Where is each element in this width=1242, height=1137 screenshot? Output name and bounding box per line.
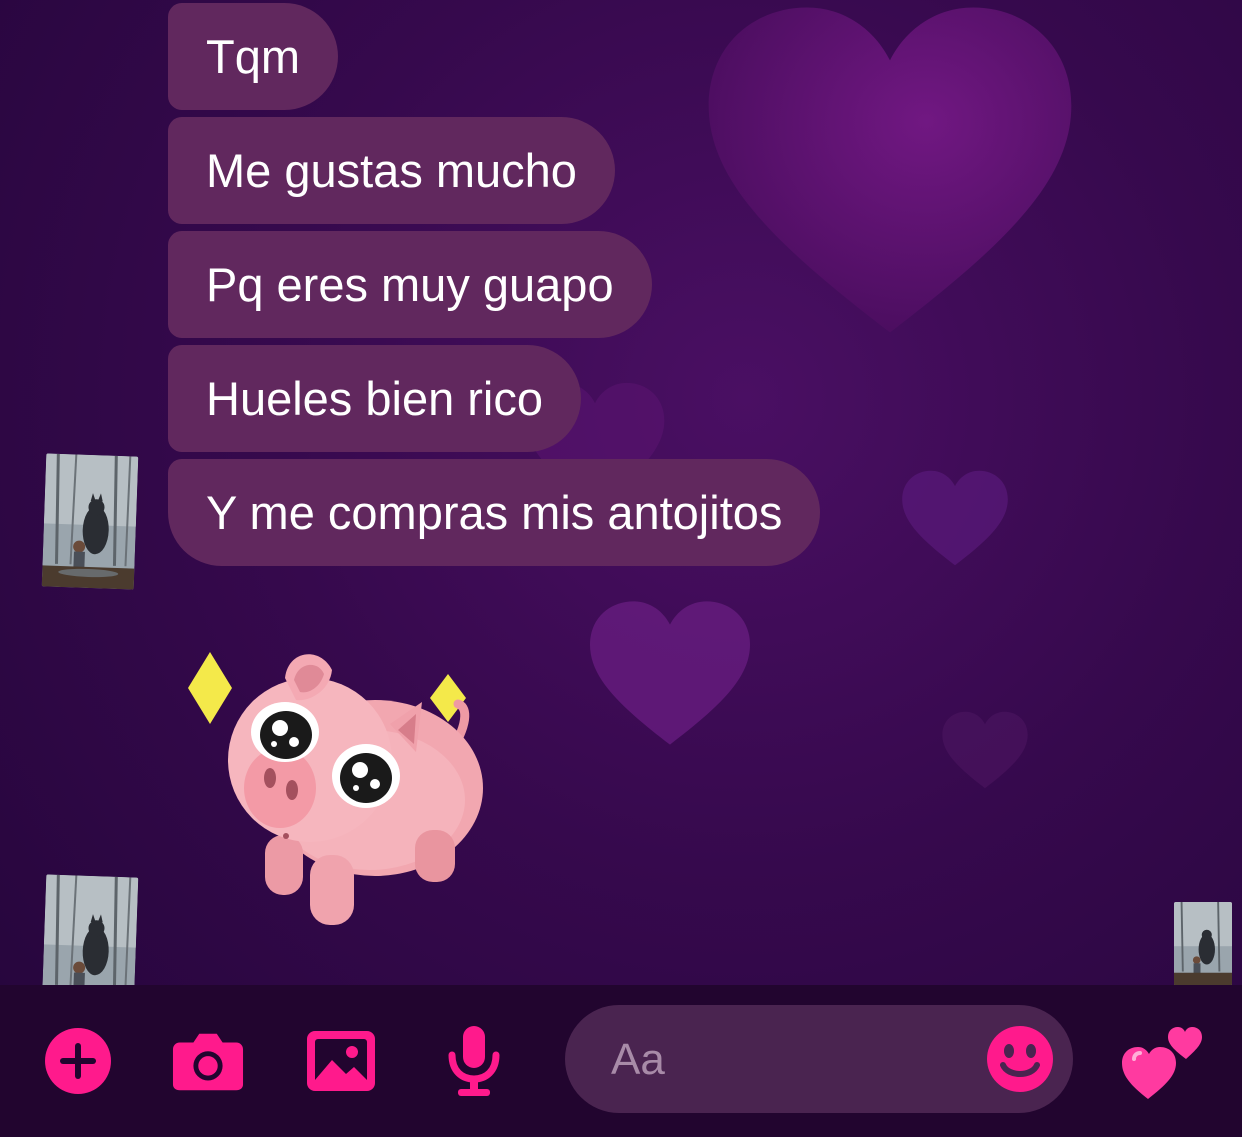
microphone-icon xyxy=(448,1026,500,1096)
message-input-container[interactable] xyxy=(565,1005,1073,1115)
message-bubble[interactable]: Hueles bien rico xyxy=(168,345,582,452)
two-hearts-icon xyxy=(1122,1027,1202,1099)
add-icon xyxy=(45,1028,111,1094)
message-bubble[interactable]: Pq eres muy guapo xyxy=(168,231,652,338)
quick-reaction-button[interactable] xyxy=(1120,1015,1206,1101)
message-bubble[interactable]: Tqm xyxy=(168,3,338,110)
sparkle-icon xyxy=(188,652,232,724)
microphone-button[interactable] xyxy=(438,1025,510,1097)
message-bubble[interactable]: Y me compras mis antojitos xyxy=(168,459,821,566)
composer-bar xyxy=(0,985,1242,1137)
message-thread: Tqm Me gustas mucho Pq eres muy guapo Hu… xyxy=(0,0,1242,1011)
message-bubble[interactable]: Me gustas mucho xyxy=(168,117,615,224)
sender-avatar[interactable] xyxy=(41,453,139,590)
camera-icon xyxy=(172,1033,244,1091)
add-button[interactable] xyxy=(42,1025,114,1097)
pig-sticker[interactable] xyxy=(170,640,500,940)
emoji-icon xyxy=(987,1026,1053,1092)
message-input[interactable] xyxy=(609,1005,973,1115)
read-receipt-avatar xyxy=(1174,902,1232,986)
gallery-icon xyxy=(307,1031,375,1091)
camera-button[interactable] xyxy=(172,1025,244,1097)
emoji-button[interactable] xyxy=(986,1025,1054,1093)
gallery-button[interactable] xyxy=(305,1025,377,1097)
